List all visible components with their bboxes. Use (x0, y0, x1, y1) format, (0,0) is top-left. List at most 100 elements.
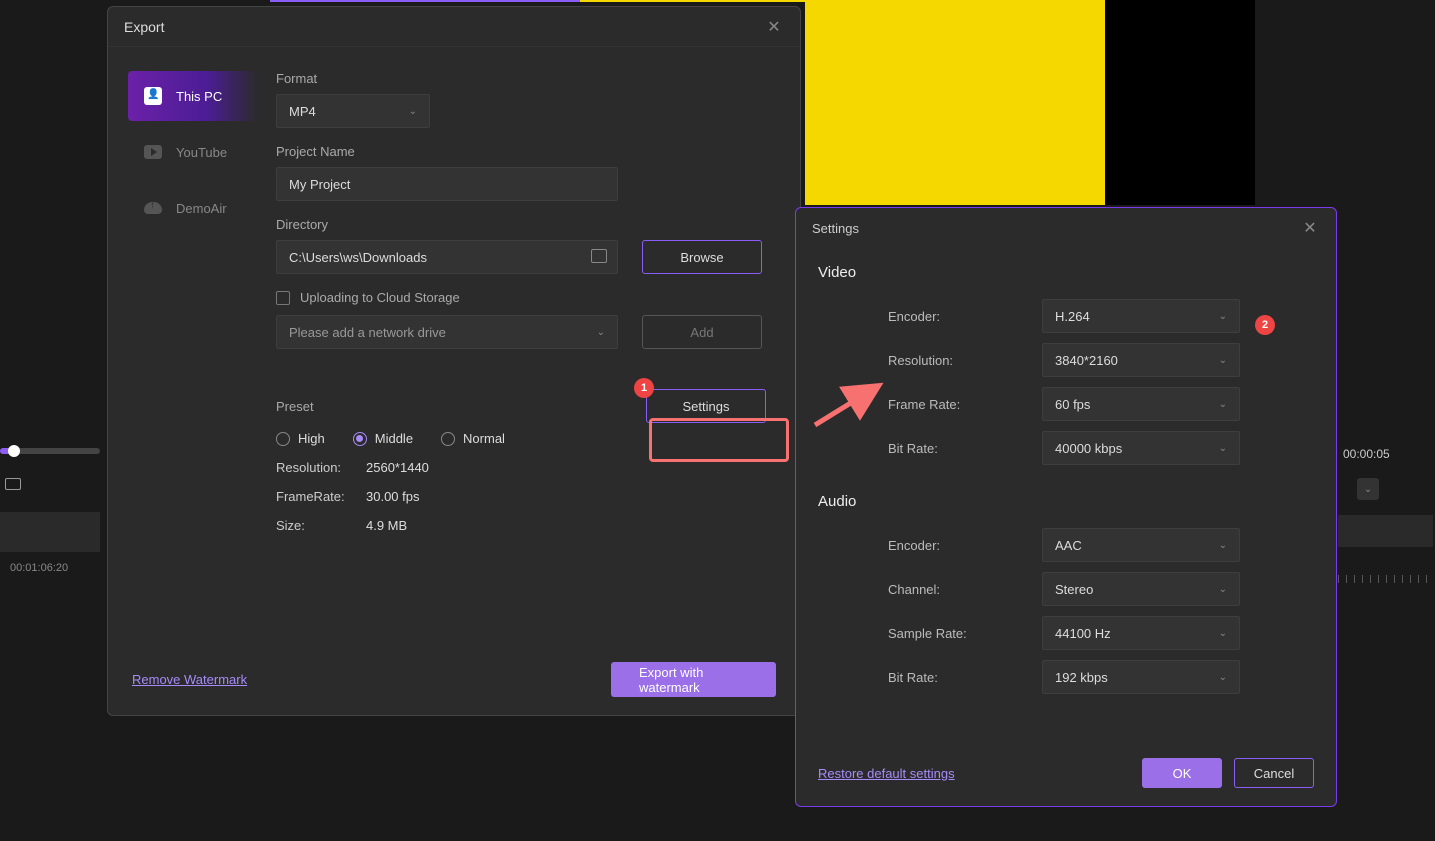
project-name-input[interactable]: My Project (276, 167, 618, 201)
export-dialog: Export ✕ This PC YouTube DemoAir Format … (107, 6, 801, 716)
close-icon[interactable]: ✕ (764, 17, 784, 37)
close-icon[interactable]: ✕ (1300, 218, 1320, 238)
framerate-label: FrameRate: (276, 489, 348, 504)
sidebar-item-label: This PC (176, 89, 222, 104)
framerate-value: 30.00 fps (366, 489, 420, 504)
chevron-down-icon: ⌄ (597, 327, 605, 338)
format-value: MP4 (289, 104, 316, 119)
audio-channel-value: Stereo (1055, 582, 1093, 597)
sidebar-item-label: YouTube (176, 145, 227, 160)
restore-defaults-link[interactable]: Restore default settings (818, 766, 955, 781)
chevron-down-icon: ⌄ (1219, 443, 1227, 454)
zoom-dropdown[interactable]: ⌄ (1357, 478, 1379, 500)
audio-channel-label: Channel: (888, 582, 1042, 597)
timeline-track (0, 512, 100, 552)
project-name-value: My Project (289, 177, 350, 192)
settings-title: Settings (812, 221, 1300, 236)
audio-encoder-select[interactable]: AAC ⌄ (1042, 528, 1240, 562)
settings-dialog: Settings ✕ Video Encoder: H.264 ⌄ Resolu… (795, 207, 1337, 807)
pc-icon (144, 87, 162, 105)
camera-icon[interactable] (5, 478, 21, 490)
preset-middle-radio[interactable]: Middle (353, 431, 413, 446)
annotation-badge-2: 2 (1255, 315, 1275, 335)
preset-high-radio[interactable]: High (276, 431, 325, 446)
audio-encoder-label: Encoder: (888, 538, 1042, 553)
network-placeholder: Please add a network drive (289, 325, 446, 340)
directory-label: Directory (276, 217, 784, 232)
top-accent-yellow (580, 0, 805, 2)
video-bitrate-select[interactable]: 40000 kbps ⌄ (1042, 431, 1240, 465)
remove-watermark-link[interactable]: Remove Watermark (132, 672, 247, 687)
sidebar-item-demoair[interactable]: DemoAir (128, 183, 268, 233)
top-accent-purple (270, 0, 580, 2)
add-button[interactable]: Add (642, 315, 762, 349)
preset-normal-label: Normal (463, 431, 505, 446)
chevron-down-icon: ⌄ (1219, 311, 1227, 322)
size-label: Size: (276, 518, 348, 533)
chevron-down-icon: ⌄ (1219, 628, 1227, 639)
playback-slider[interactable] (0, 448, 100, 454)
video-framerate-value: 60 fps (1055, 397, 1090, 412)
export-form: Format MP4 ⌄ Project Name My Project Dir… (268, 47, 800, 647)
audio-samplerate-select[interactable]: 44100 Hz ⌄ (1042, 616, 1240, 650)
chevron-down-icon: ⌄ (1219, 355, 1227, 366)
audio-bitrate-select[interactable]: 192 kbps ⌄ (1042, 660, 1240, 694)
video-bitrate-label: Bit Rate: (888, 441, 1042, 456)
audio-bitrate-label: Bit Rate: (888, 670, 1042, 685)
folder-icon (591, 249, 607, 263)
chevron-down-icon: ⌄ (1219, 584, 1227, 595)
format-select[interactable]: MP4 ⌄ (276, 94, 430, 128)
export-title: Export (124, 19, 764, 35)
preset-high-label: High (298, 431, 325, 446)
sidebar-item-label: DemoAir (176, 201, 227, 216)
video-resolution-label: Resolution: (888, 353, 1042, 368)
audio-bitrate-value: 192 kbps (1055, 670, 1108, 685)
checkbox-icon (276, 291, 290, 305)
sidebar-item-this-pc[interactable]: This PC (128, 71, 258, 121)
video-bitrate-value: 40000 kbps (1055, 441, 1122, 456)
video-section-title: Video (818, 264, 1314, 281)
network-drive-select[interactable]: Please add a network drive ⌄ (276, 315, 618, 349)
video-framerate-label: Frame Rate: (888, 397, 1042, 412)
upload-cloud-label: Uploading to Cloud Storage (300, 290, 460, 305)
timeline-ruler (1338, 575, 1433, 583)
audio-channel-select[interactable]: Stereo ⌄ (1042, 572, 1240, 606)
preset-normal-radio[interactable]: Normal (441, 431, 505, 446)
timeline-track-right (1338, 515, 1433, 547)
video-framerate-select[interactable]: 60 fps ⌄ (1042, 387, 1240, 421)
radio-icon (353, 432, 367, 446)
directory-input[interactable]: C:\Users\ws\Downloads (276, 240, 618, 274)
resolution-label: Resolution: (276, 460, 348, 475)
upload-cloud-checkbox[interactable]: Uploading to Cloud Storage (276, 290, 784, 305)
resolution-value: 2560*1440 (366, 460, 429, 475)
settings-header: Settings ✕ (796, 208, 1336, 248)
ok-button[interactable]: OK (1142, 758, 1222, 788)
annotation-badge-1: 1 (634, 378, 654, 398)
video-resolution-select[interactable]: 3840*2160 ⌄ (1042, 343, 1240, 377)
sidebar-item-youtube[interactable]: YouTube (128, 127, 268, 177)
chevron-down-icon: ⌄ (409, 106, 417, 117)
radio-icon (276, 432, 290, 446)
export-with-watermark-button[interactable]: Export with watermark (611, 662, 776, 697)
audio-section-title: Audio (818, 493, 1314, 510)
cancel-button[interactable]: Cancel (1234, 758, 1314, 788)
video-encoder-label: Encoder: (888, 309, 1042, 324)
youtube-icon (144, 143, 162, 161)
export-sidebar: This PC YouTube DemoAir (108, 47, 268, 647)
chevron-down-icon: ⌄ (1219, 399, 1227, 410)
preset-middle-label: Middle (375, 431, 413, 446)
video-encoder-select[interactable]: H.264 ⌄ (1042, 299, 1240, 333)
directory-value: C:\Users\ws\Downloads (289, 250, 427, 265)
format-label: Format (276, 71, 784, 86)
preview-frame (805, 0, 1105, 205)
audio-encoder-value: AAC (1055, 538, 1082, 553)
timeline-time-left: 00:01:06:20 (10, 562, 68, 574)
audio-samplerate-label: Sample Rate: (888, 626, 1042, 641)
chevron-down-icon: ⌄ (1219, 672, 1227, 683)
video-encoder-value: H.264 (1055, 309, 1090, 324)
size-value: 4.9 MB (366, 518, 407, 533)
chevron-down-icon: ⌄ (1219, 540, 1227, 551)
settings-button[interactable]: Settings (646, 389, 766, 423)
audio-samplerate-value: 44100 Hz (1055, 626, 1111, 641)
browse-button[interactable]: Browse (642, 240, 762, 274)
